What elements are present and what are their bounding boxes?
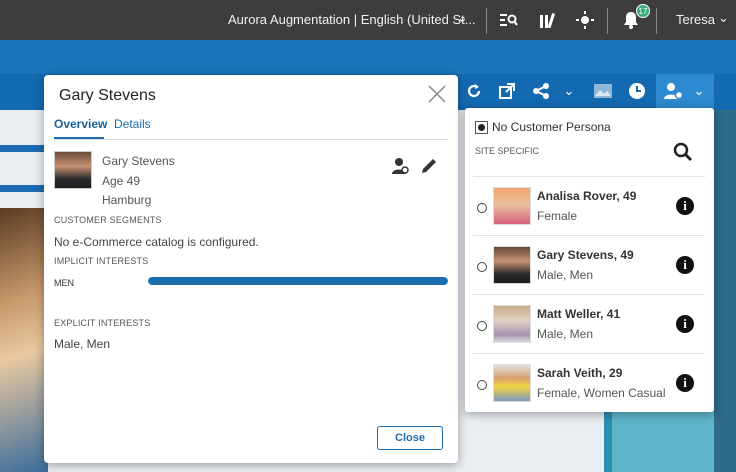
persona-name: Matt Weller, 41 (537, 307, 621, 321)
persona-detail: Male, Men (537, 268, 594, 282)
notification-badge: 17 (636, 4, 650, 18)
page-divider (0, 185, 50, 192)
explicit-interests-label: EXPLICIT INTERESTS (54, 318, 151, 328)
tab-overview[interactable]: Overview (54, 117, 107, 131)
library-icon[interactable] (536, 8, 560, 32)
refresh-icon[interactable] (465, 80, 483, 102)
clock-icon[interactable] (627, 80, 647, 102)
persona-radio[interactable] (477, 321, 487, 331)
tab-divider (54, 139, 448, 140)
persona-name: Sarah Veith, 29 (537, 366, 623, 380)
info-icon[interactable]: i (676, 374, 694, 392)
top-bar: Aurora Augmentation | English (United St… (0, 0, 736, 40)
persona-actions (392, 155, 442, 177)
radio-selected[interactable] (475, 120, 488, 134)
persona-item[interactable]: Gary Stevens, 49 Male, Men i (473, 235, 705, 294)
persona-item[interactable]: Matt Weller, 41 Male, Men i (473, 294, 705, 353)
chevron-down-icon[interactable]: ⌄ (692, 80, 706, 102)
avatar (54, 151, 92, 189)
site-specific-label: SITE SPECIFIC (475, 146, 540, 156)
interest-bar (148, 277, 448, 285)
persona-name: Analisa Rover, 49 (537, 189, 637, 203)
external-link-icon[interactable] (497, 80, 517, 102)
interest-label: MEN (54, 278, 74, 288)
close-icon[interactable] (426, 83, 448, 105)
header-band (0, 40, 736, 74)
hero-image (0, 208, 48, 472)
no-persona-option[interactable]: No Customer Persona (475, 120, 611, 134)
dialog-title: Gary Stevens (59, 87, 156, 104)
persona-name: Gary Stevens, 49 (537, 248, 634, 262)
persona-radio[interactable] (477, 380, 487, 390)
info-icon[interactable]: i (676, 256, 694, 274)
image-icon[interactable] (592, 80, 614, 102)
target-icon[interactable] (573, 8, 597, 32)
search-icon[interactable] (673, 142, 695, 164)
tab-details[interactable]: Details (114, 117, 151, 131)
divider (486, 8, 487, 34)
persona-dropdown: No Customer Persona SITE SPECIFIC Analis… (465, 108, 714, 412)
persona-view-icon[interactable] (392, 157, 410, 178)
chevron-down-icon[interactable]: ⌄ (457, 10, 468, 26)
persona-age: Age 49 (102, 174, 141, 188)
persona-detail: Female (537, 209, 578, 223)
catalog-message: No e-Commerce catalog is configured. (54, 235, 259, 249)
avatar (493, 305, 531, 343)
pencil-icon[interactable] (420, 157, 438, 178)
page-divider (0, 145, 50, 152)
user-menu[interactable]: Teresa (676, 12, 715, 27)
chevron-down-icon[interactable]: ⌄ (718, 10, 729, 26)
right-tool-rail (714, 110, 736, 472)
info-icon[interactable]: i (676, 315, 694, 333)
persona-detail: Male, Men (537, 327, 594, 341)
search-list-icon[interactable] (497, 8, 521, 32)
customer-segments-label: CUSTOMER SEGMENTS (54, 215, 162, 225)
close-button[interactable]: Close (377, 426, 443, 450)
chevron-down-icon[interactable]: ⌄ (562, 80, 576, 102)
interest-bar-fill (148, 277, 448, 285)
persona-city: Hamburg (102, 193, 152, 207)
avatar (493, 364, 531, 402)
share-icon[interactable] (531, 80, 551, 102)
persona-item[interactable]: Sarah Veith, 29 Female, Women Casual i (473, 353, 705, 412)
divider (656, 8, 657, 34)
persona-radio[interactable] (477, 262, 487, 272)
implicit-interests-label: IMPLICIT INTERESTS (54, 256, 149, 266)
avatar (493, 187, 531, 225)
persona-item[interactable]: Analisa Rover, 49 Female i (473, 176, 705, 235)
persona-name: Gary Stevens (102, 154, 175, 168)
persona-detail-dialog: Gary Stevens Overview Details Gary Steve… (44, 75, 458, 463)
persona-detail: Female, Women Casual (537, 386, 665, 400)
info-icon[interactable]: i (676, 197, 694, 215)
site-selector[interactable]: Aurora Augmentation | English (United St… (228, 12, 476, 27)
persona-radio[interactable] (477, 203, 487, 213)
avatar (493, 246, 531, 284)
no-persona-label: No Customer Persona (492, 120, 611, 134)
divider (607, 8, 608, 34)
explicit-interests-value: Male, Men (54, 337, 111, 351)
persona-settings-icon[interactable] (663, 80, 685, 102)
